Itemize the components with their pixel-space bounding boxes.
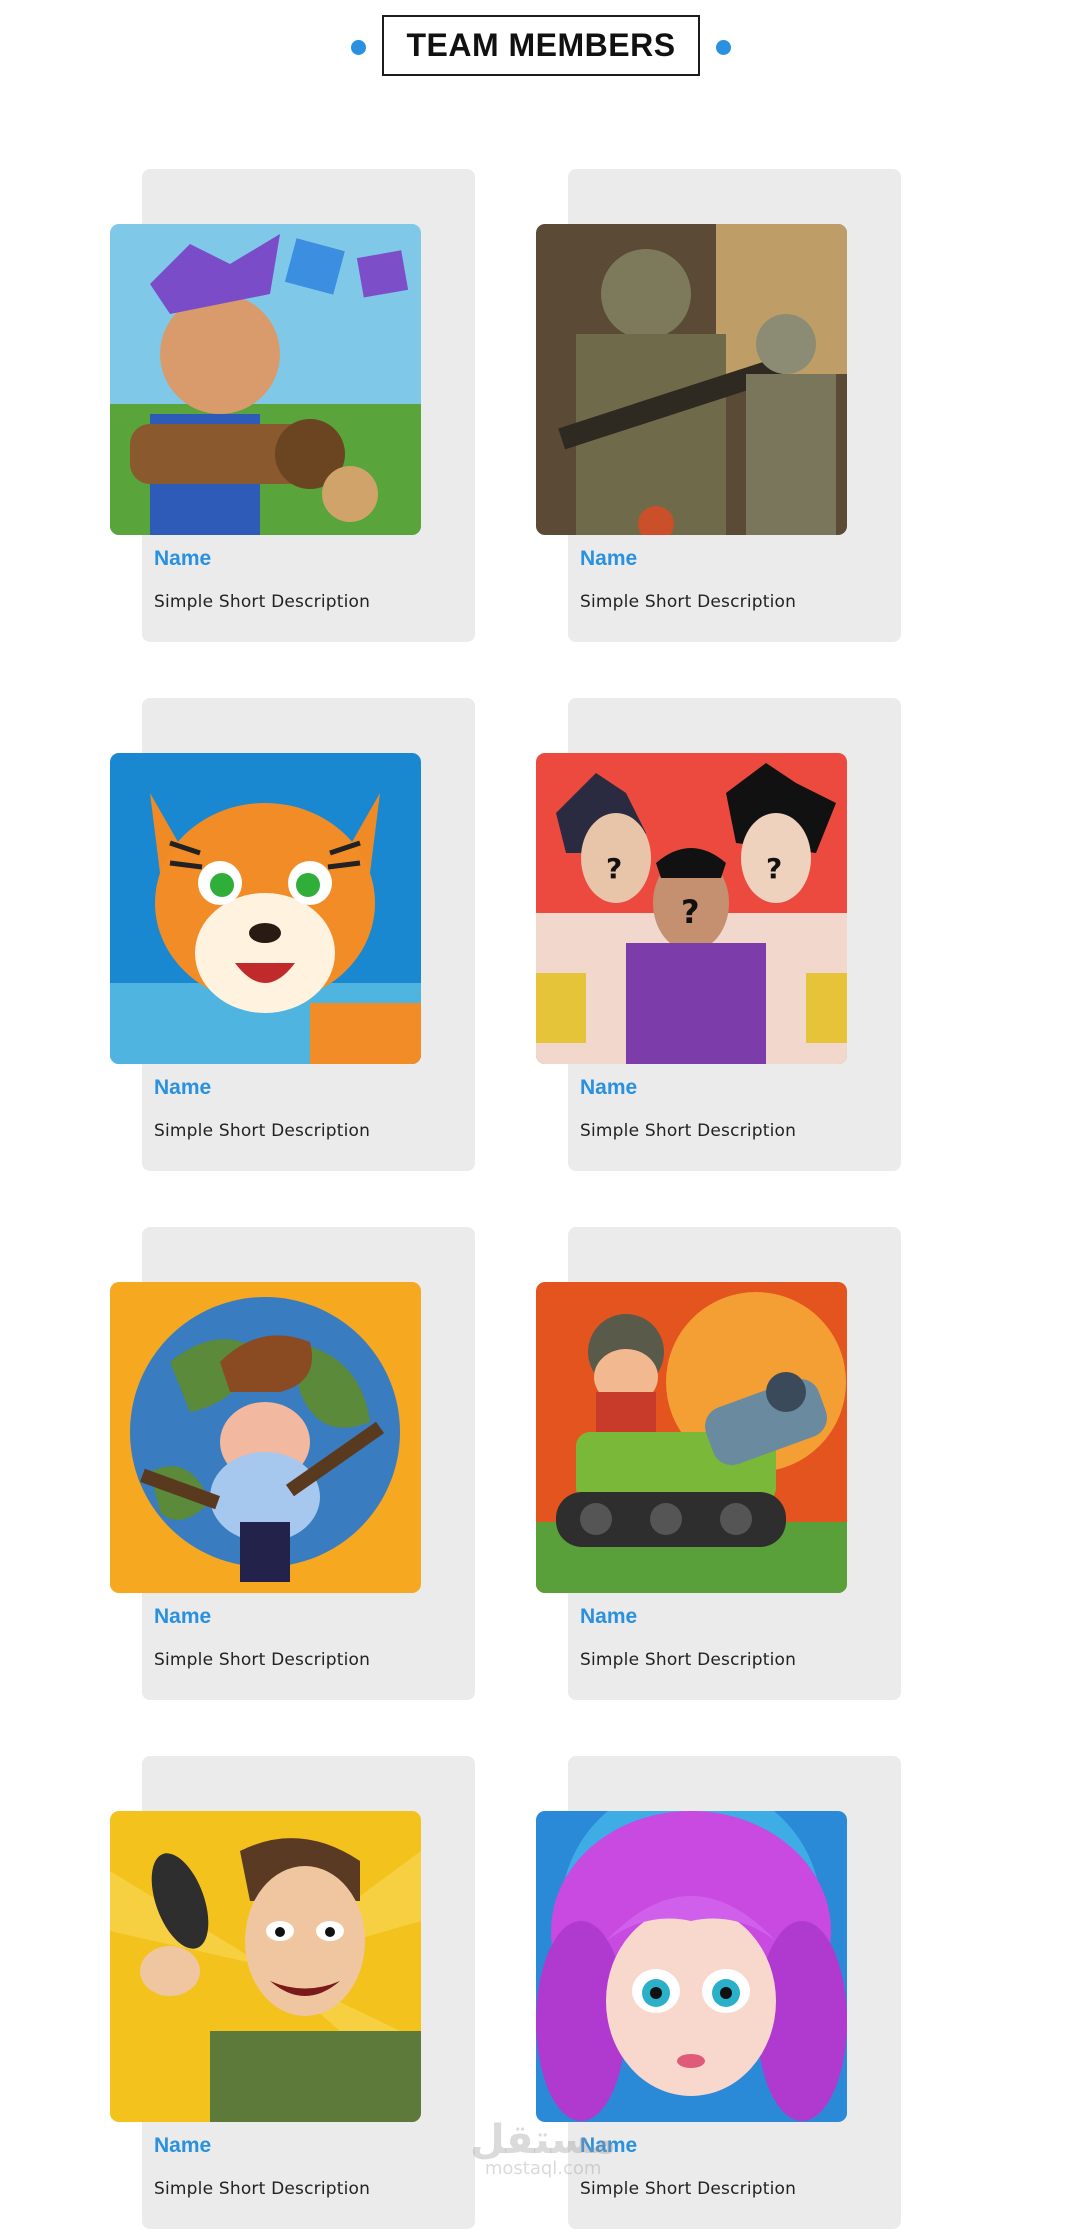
svg-text:?: ? — [606, 852, 622, 885]
member-photo[interactable] — [536, 1811, 847, 2122]
member-description: Simple Short Description — [154, 2179, 371, 2199]
soldiers-image — [536, 224, 847, 535]
member-name: Name — [154, 1076, 212, 1099]
team-member-card[interactable]: Name Simple Short Description — [110, 1756, 475, 2229]
miner-dwarf-image — [110, 1282, 421, 1593]
member-photo[interactable] — [536, 1282, 847, 1593]
member-description: Simple Short Description — [154, 1650, 371, 1670]
member-description: Simple Short Description — [580, 2179, 797, 2199]
member-photo[interactable] — [110, 1282, 421, 1593]
svg-text:?: ? — [681, 893, 700, 931]
doll-girl-image — [536, 1811, 847, 2122]
team-member-card[interactable]: Name Simple Short Description — [110, 1227, 475, 1700]
member-description: Simple Short Description — [580, 1650, 797, 1670]
member-name: Name — [580, 1605, 638, 1628]
member-description: Simple Short Description — [154, 592, 371, 612]
member-photo[interactable] — [536, 224, 847, 535]
member-description: Simple Short Description — [580, 592, 797, 612]
member-name: Name — [580, 2134, 638, 2157]
member-name: Name — [154, 2134, 212, 2157]
member-photo[interactable] — [110, 1811, 421, 2122]
tiger-image — [110, 753, 421, 1064]
anime-characters-image: ? ? ? — [536, 753, 847, 1064]
team-member-card[interactable]: Name Simple Short Description — [110, 698, 475, 1171]
member-photo[interactable]: ? ? ? — [536, 753, 847, 1064]
member-photo[interactable] — [110, 224, 421, 535]
team-grid: Name Simple Short Description Name Simpl… — [0, 0, 1080, 2232]
member-description: Simple Short Description — [580, 1121, 797, 1141]
member-name: Name — [580, 547, 638, 570]
team-member-card[interactable]: Name Simple Short Description — [110, 169, 475, 642]
team-member-card[interactable]: ? ? ? Name Simple Short Description — [536, 698, 901, 1171]
tank-soldier-image — [536, 1282, 847, 1593]
svg-text:?: ? — [766, 852, 782, 885]
member-photo[interactable] — [110, 753, 421, 1064]
hero-bazooka-image — [110, 224, 421, 535]
member-name: Name — [580, 1076, 638, 1099]
team-member-card[interactable]: Name Simple Short Description — [536, 169, 901, 642]
team-member-card[interactable]: Name Simple Short Description — [536, 1227, 901, 1700]
team-member-card[interactable]: Name Simple Short Description — [536, 1756, 901, 2229]
member-name: Name — [154, 1605, 212, 1628]
member-name: Name — [154, 547, 212, 570]
man-telephone-image — [110, 1811, 421, 2122]
member-description: Simple Short Description — [154, 1121, 371, 1141]
